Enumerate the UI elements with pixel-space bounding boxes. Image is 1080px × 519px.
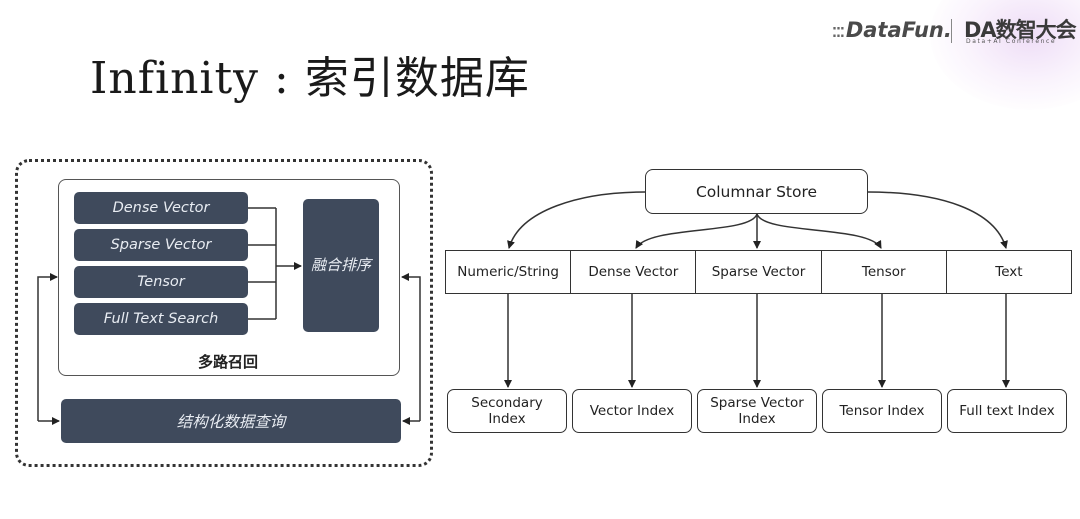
connector-lines <box>37 191 1010 425</box>
arrow-left-loop-up <box>37 273 58 421</box>
arrow-right-loop-up <box>401 273 421 421</box>
arrow-cs-dense <box>635 213 758 249</box>
arrow-cs-numeric <box>507 191 646 249</box>
arrow-cs-text <box>867 191 1008 249</box>
arrow-cs-tensor <box>756 213 882 249</box>
